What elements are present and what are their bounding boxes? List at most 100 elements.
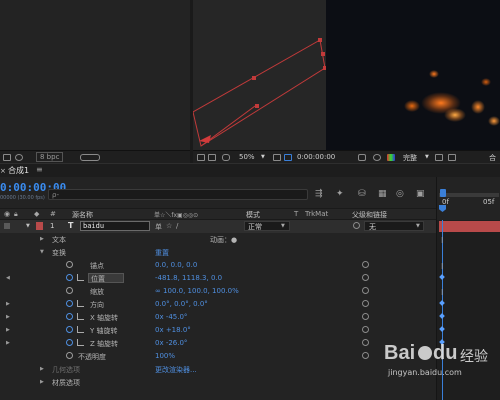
parent-column[interactable]: 父级和链接 bbox=[352, 210, 387, 220]
stopwatch-icon[interactable] bbox=[66, 326, 73, 333]
expression-pickwhip-icon[interactable] bbox=[362, 287, 369, 294]
layer-name-field[interactable]: baidu bbox=[80, 221, 150, 231]
motion-blur-icon[interactable]: ◎ bbox=[396, 189, 404, 199]
graph-editor-icon[interactable]: ▣ bbox=[416, 189, 425, 199]
tab-composition[interactable]: 合成1 bbox=[8, 165, 29, 176]
time-navigator[interactable] bbox=[439, 193, 499, 197]
expression-pickwhip-icon[interactable] bbox=[362, 261, 369, 268]
chevron-down-icon[interactable]: ▼ bbox=[416, 223, 420, 229]
color-channel-icon[interactable] bbox=[387, 154, 395, 161]
collapse-triangle-icon[interactable]: ▼ bbox=[40, 249, 44, 255]
playhead-marker[interactable] bbox=[439, 205, 446, 212]
trkmat-column[interactable]: TrkMat bbox=[305, 210, 328, 218]
graph-icon[interactable] bbox=[77, 339, 84, 346]
visibility-toggle[interactable] bbox=[4, 223, 10, 229]
animate-menu[interactable]: 动画：● bbox=[210, 235, 237, 245]
label-column-icon[interactable]: ◆ bbox=[34, 210, 39, 218]
channel-icon[interactable] bbox=[373, 154, 381, 161]
roi-icon[interactable] bbox=[435, 154, 443, 161]
property-value[interactable]: 0.0°, 0.0°, 0.0° bbox=[155, 300, 208, 308]
expression-pickwhip-icon[interactable] bbox=[362, 313, 369, 320]
expression-pickwhip-icon[interactable] bbox=[362, 300, 369, 307]
pick-whip-icon[interactable] bbox=[353, 222, 360, 229]
mode-column[interactable]: 模式 bbox=[246, 210, 260, 220]
draft-3d-icon[interactable]: ✦ bbox=[336, 189, 344, 199]
index-column[interactable]: # bbox=[50, 210, 56, 218]
zoom-select[interactable]: 50% bbox=[239, 153, 255, 161]
stopwatch-icon[interactable] bbox=[66, 300, 73, 307]
shy-layers-icon[interactable]: ⛁ bbox=[358, 189, 366, 199]
property-row[interactable]: 锚点 0.0, 0.0, 0.0 bbox=[0, 259, 436, 272]
property-row[interactable]: 缩放 ∞ 100.0, 100.0, 100.0% bbox=[0, 285, 436, 298]
geometry-options-row[interactable]: ▶ 几何选项 更改渲染器... bbox=[0, 363, 436, 376]
layer-name-column[interactable]: 源名称 bbox=[72, 210, 93, 220]
expression-pickwhip-icon[interactable] bbox=[362, 339, 369, 346]
expression-pickwhip-icon[interactable] bbox=[362, 326, 369, 333]
delete-icon[interactable] bbox=[80, 154, 100, 161]
property-row[interactable]: 不透明度 100% bbox=[0, 350, 436, 363]
property-value[interactable]: -481.8, 1118.3, 0.0 bbox=[155, 274, 222, 282]
composition-viewer[interactable] bbox=[193, 0, 500, 150]
mask-visibility-icon[interactable] bbox=[222, 154, 230, 161]
property-value[interactable]: 0x -26.0° bbox=[155, 339, 187, 347]
property-row[interactable]: ◀ 位置 -481.8, 1118.3, 0.0 bbox=[0, 272, 436, 285]
region-icon[interactable] bbox=[284, 154, 292, 161]
material-options-row[interactable]: ▶ 材质选项 bbox=[0, 376, 436, 389]
text-group-row[interactable]: ▶ 文本 动画：● bbox=[0, 233, 436, 246]
parent-select[interactable]: 无 bbox=[364, 221, 424, 231]
property-row[interactable]: ▶ 方向 0.0°, 0.0°, 0.0° bbox=[0, 298, 436, 311]
property-row[interactable]: ▶ Y 轴旋转 0x +18.0° bbox=[0, 324, 436, 337]
chevron-down-icon[interactable]: ▼ bbox=[281, 223, 285, 229]
bit-depth-button[interactable]: 8 bpc bbox=[36, 152, 64, 162]
stopwatch-icon[interactable] bbox=[66, 261, 73, 268]
chevron-down-icon[interactable]: ▼ bbox=[425, 154, 429, 160]
property-row[interactable]: ▶ X 轴旋转 0x -45.0° bbox=[0, 311, 436, 324]
reset-link[interactable]: 重置 bbox=[155, 248, 169, 258]
stopwatch-icon[interactable] bbox=[66, 313, 73, 320]
keyframe-nav-icon[interactable]: ▶ bbox=[6, 327, 10, 333]
comp-flowchart-icon[interactable]: ⇶ bbox=[315, 189, 323, 199]
property-value[interactable]: 100% bbox=[155, 352, 175, 360]
close-icon[interactable]: × bbox=[0, 167, 6, 175]
keyframe-nav-icon[interactable]: ▶ bbox=[6, 301, 10, 307]
graph-icon[interactable] bbox=[77, 326, 84, 333]
quality-switch-icon[interactable]: / bbox=[176, 222, 178, 230]
grid-icon[interactable] bbox=[273, 154, 281, 161]
visibility-column-icon[interactable]: ◉ bbox=[4, 210, 10, 218]
transform-group-row[interactable]: ▼ 变换 重置 bbox=[0, 246, 436, 259]
expand-triangle-icon[interactable]: ▶ bbox=[40, 366, 44, 372]
property-value[interactable]: 0x -45.0° bbox=[155, 313, 187, 321]
collapse-switch-icon[interactable]: ☆ bbox=[166, 222, 172, 230]
label-color-swatch[interactable] bbox=[36, 222, 43, 230]
keyframe-nav-icon[interactable]: ◀ bbox=[6, 275, 10, 281]
expand-triangle-icon[interactable]: ▶ bbox=[40, 236, 44, 242]
property-value[interactable]: 0x +18.0° bbox=[155, 326, 191, 334]
layer-row[interactable]: ▼ 1 T baidu 单 ☆ / 正常 ▼ 无 ▼ bbox=[0, 220, 436, 233]
camera-icon[interactable] bbox=[358, 154, 366, 161]
expand-triangle-icon[interactable]: ▶ bbox=[40, 379, 44, 385]
switches-column[interactable]: 单☆＼fx▣◎◎⊙ bbox=[154, 210, 198, 219]
t-column[interactable]: T bbox=[294, 210, 298, 218]
shy-switch-icon[interactable]: 单 bbox=[155, 222, 162, 232]
property-value[interactable]: 0.0, 0.0, 0.0 bbox=[155, 261, 197, 269]
stopwatch-icon[interactable] bbox=[66, 352, 73, 359]
expression-pickwhip-icon[interactable] bbox=[362, 274, 369, 281]
stopwatch-icon[interactable] bbox=[66, 287, 73, 294]
graph-icon[interactable] bbox=[77, 313, 84, 320]
graph-icon[interactable] bbox=[77, 300, 84, 307]
keyframe-nav-icon[interactable]: ▶ bbox=[6, 340, 10, 346]
frame-blending-icon[interactable]: ▦ bbox=[378, 189, 387, 199]
display-icon[interactable] bbox=[208, 154, 216, 161]
property-row[interactable]: ▶ Z 轴旋转 0x -26.0° bbox=[0, 337, 436, 350]
stopwatch-icon[interactable] bbox=[66, 274, 73, 281]
composition-icon[interactable] bbox=[15, 154, 23, 161]
stopwatch-icon[interactable] bbox=[66, 339, 73, 346]
lock-column-icon[interactable]: 🔒︎ bbox=[14, 210, 18, 219]
change-renderer-link[interactable]: 更改渲染器... bbox=[155, 365, 197, 375]
navigator-handle[interactable] bbox=[440, 189, 446, 197]
resolution-select[interactable]: 完整 bbox=[403, 153, 417, 163]
expression-pickwhip-icon[interactable] bbox=[362, 352, 369, 359]
collapse-triangle-icon[interactable]: ▼ bbox=[26, 223, 30, 229]
folder-icon[interactable] bbox=[3, 154, 11, 161]
transparency-grid-icon[interactable] bbox=[448, 154, 456, 161]
